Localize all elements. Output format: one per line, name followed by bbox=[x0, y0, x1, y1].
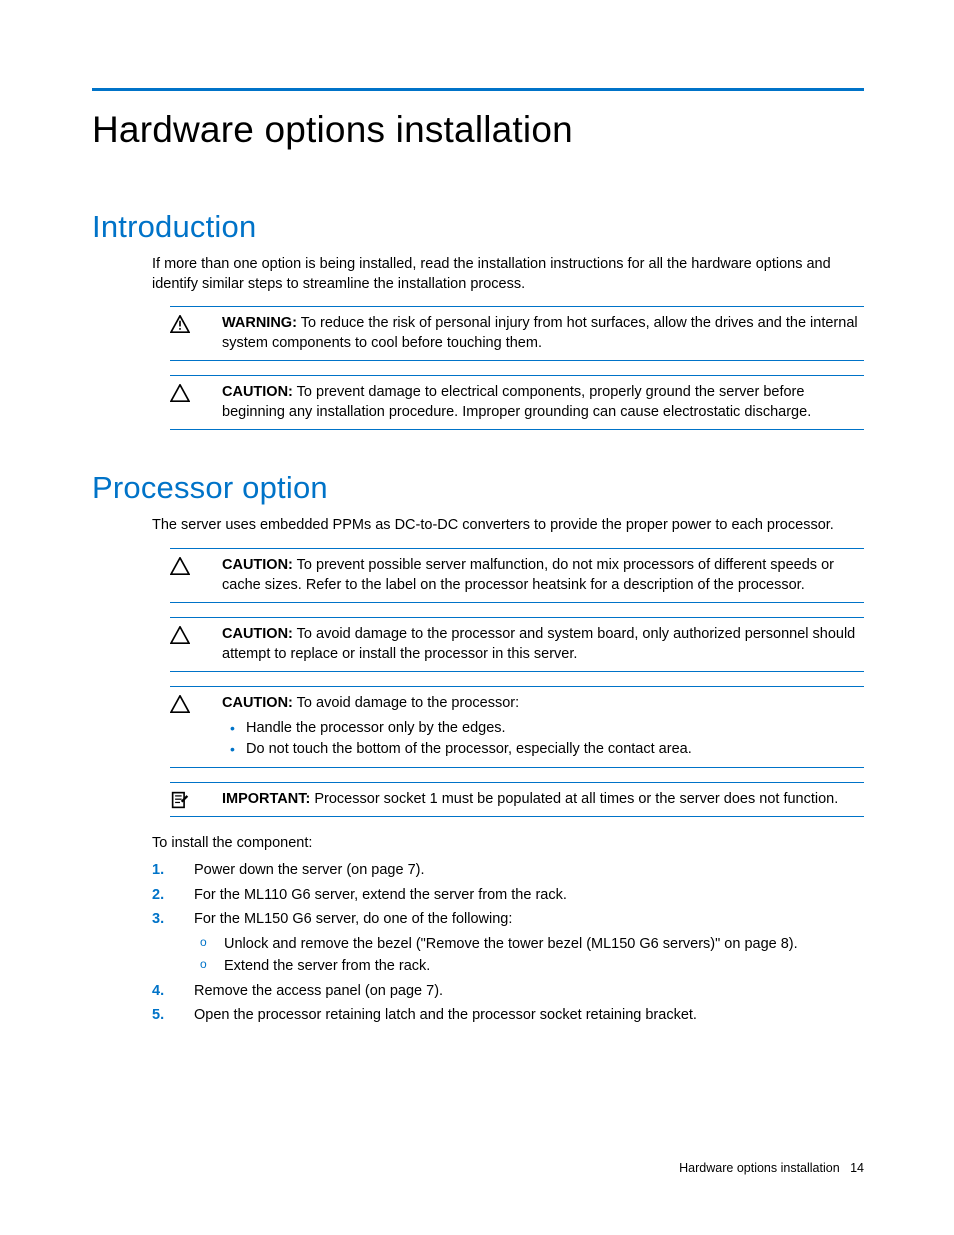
step-number: 1. bbox=[152, 859, 164, 881]
warning-icon bbox=[170, 315, 222, 333]
install-steps: 1. Power down the server (on page 7). 2. F… bbox=[152, 859, 864, 1026]
caution-block-2: CAUTION: To avoid damage to the processo… bbox=[170, 617, 864, 672]
caution-text: To avoid damage to the processor and sys… bbox=[222, 626, 855, 662]
caution-label: CAUTION: bbox=[222, 384, 293, 400]
intro-text: If more than one option is being install… bbox=[152, 255, 864, 294]
warning-block: WARNING: To reduce the risk of personal … bbox=[170, 306, 864, 361]
list-item: Do not touch the bottom of the processor… bbox=[222, 739, 864, 760]
caution-icon bbox=[170, 626, 222, 644]
step-text: Power down the server (on page 7). bbox=[194, 862, 425, 878]
caution-icon bbox=[170, 695, 222, 713]
caution-label: CAUTION: bbox=[222, 626, 293, 642]
page-footer: Hardware options installation 14 bbox=[679, 1161, 864, 1175]
install-label: To install the component: bbox=[152, 835, 864, 851]
sub-steps: o Unlock and remove the bezel ("Remove th… bbox=[194, 933, 864, 978]
footer-section: Hardware options installation bbox=[679, 1161, 840, 1175]
step-item: 1. Power down the server (on page 7). bbox=[152, 859, 864, 881]
step-number: 5. bbox=[152, 1004, 164, 1026]
step-item: 5. Open the processor retaining latch and… bbox=[152, 1004, 864, 1026]
caution-block-intro: CAUTION: To prevent damage to electrical… bbox=[170, 375, 864, 430]
sub-marker: o bbox=[200, 933, 207, 952]
warning-label: WARNING: bbox=[222, 315, 297, 331]
caution-label: CAUTION: bbox=[222, 695, 293, 711]
caution-icon bbox=[170, 384, 222, 402]
sub-step-text: Extend the server from the rack. bbox=[224, 958, 430, 974]
step-text: For the ML150 G6 server, do one of the f… bbox=[194, 911, 512, 927]
note-icon bbox=[170, 791, 222, 809]
important-label: IMPORTANT: bbox=[222, 791, 310, 807]
step-text: Open the processor retaining latch and t… bbox=[194, 1007, 697, 1023]
intro-heading: Introduction bbox=[92, 209, 864, 245]
caution-bullets: Handle the processor only by the edges. … bbox=[222, 718, 864, 760]
processor-heading: Processor option bbox=[92, 470, 864, 506]
page-title: Hardware options installation bbox=[92, 109, 864, 151]
important-block: IMPORTANT: Processor socket 1 must be po… bbox=[170, 782, 864, 818]
caution-block-1: CAUTION: To prevent possible server malf… bbox=[170, 548, 864, 603]
footer-page: 14 bbox=[850, 1161, 864, 1175]
caution-text: To prevent possible server malfunction, … bbox=[222, 557, 834, 593]
step-number: 3. bbox=[152, 908, 164, 930]
step-number: 2. bbox=[152, 884, 164, 906]
caution-label: CAUTION: bbox=[222, 557, 293, 573]
sub-marker: o bbox=[200, 955, 207, 974]
step-item: 2. For the ML110 G6 server, extend the se… bbox=[152, 884, 864, 906]
sub-step-item: o Unlock and remove the bezel ("Remove th… bbox=[194, 933, 864, 955]
step-item: 4. Remove the access panel (on page 7). bbox=[152, 980, 864, 1002]
step-number: 4. bbox=[152, 980, 164, 1002]
caution-icon bbox=[170, 557, 222, 575]
caution-text: To prevent damage to electrical componen… bbox=[222, 384, 811, 420]
step-item: 3. For the ML150 G6 server, do one of the… bbox=[152, 908, 864, 977]
step-text: Remove the access panel (on page 7). bbox=[194, 983, 443, 999]
list-item: Handle the processor only by the edges. bbox=[222, 718, 864, 739]
sub-step-item: o Extend the server from the rack. bbox=[194, 955, 864, 977]
step-text: For the ML110 G6 server, extend the serv… bbox=[194, 887, 567, 903]
top-rule bbox=[92, 88, 864, 91]
caution-text: To avoid damage to the processor: bbox=[293, 695, 519, 711]
caution-block-3: CAUTION: To avoid damage to the processo… bbox=[170, 686, 864, 768]
important-text: Processor socket 1 must be populated at … bbox=[310, 791, 838, 807]
sub-step-text: Unlock and remove the bezel ("Remove the… bbox=[224, 936, 798, 952]
warning-text: To reduce the risk of personal injury fr… bbox=[222, 315, 858, 351]
processor-text: The server uses embedded PPMs as DC-to-D… bbox=[152, 516, 864, 536]
